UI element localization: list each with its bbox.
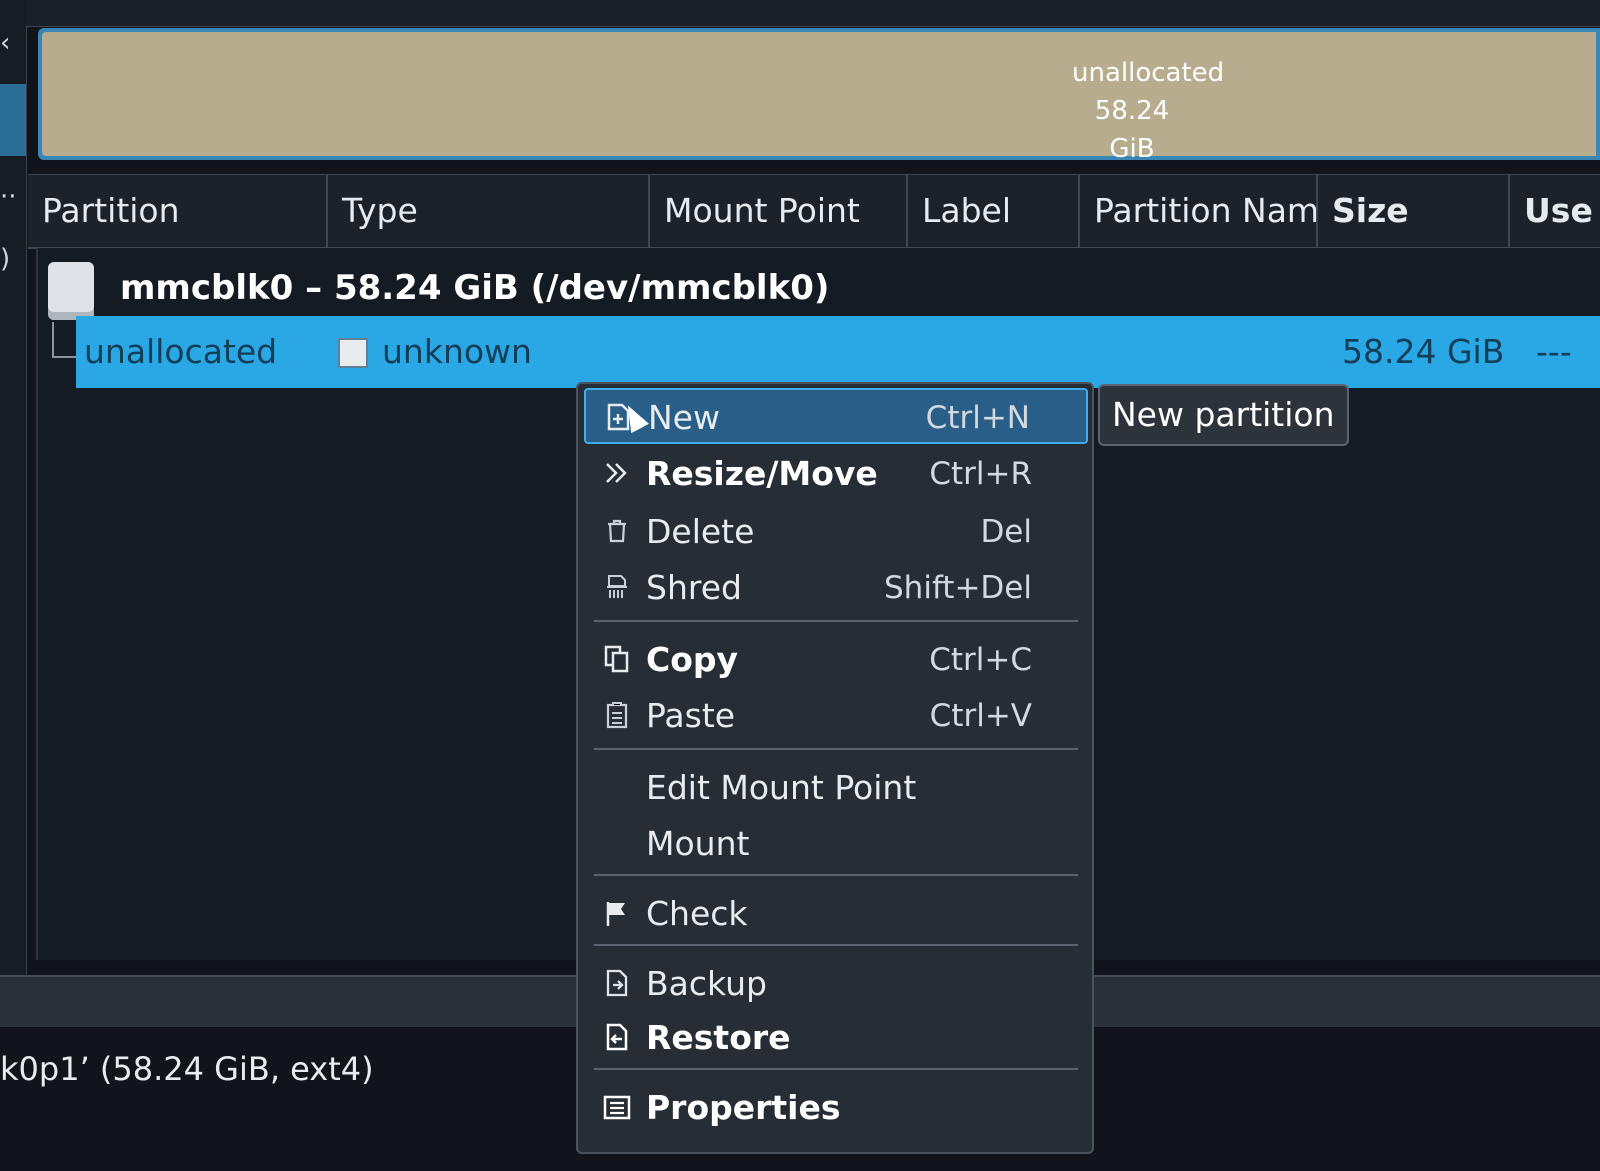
menu-item-mount[interactable]: Mount bbox=[584, 816, 1088, 872]
toolbar-edge bbox=[26, 0, 1600, 27]
column-mount-point[interactable]: Mount Point bbox=[650, 175, 908, 247]
menu-separator bbox=[594, 748, 1078, 750]
left-panel-text-fragment: ·· bbox=[0, 182, 17, 212]
menu-separator bbox=[594, 874, 1078, 876]
partition-row-selected[interactable]: unallocated unknown 58.24 GiB --- bbox=[76, 316, 1600, 388]
segment-label: unallocated 58.24 GiB bbox=[1072, 54, 1225, 168]
column-size[interactable]: Size bbox=[1318, 175, 1510, 247]
drive-icon bbox=[48, 262, 94, 320]
column-label[interactable]: Label bbox=[908, 175, 1080, 247]
menu-item-label: Mount bbox=[646, 824, 750, 863]
filesystem-color-swatch bbox=[338, 338, 368, 368]
menu-item-shortcut: Ctrl+V bbox=[929, 698, 1032, 734]
menu-item-shred[interactable]: Shred Shift+Del bbox=[584, 560, 1088, 616]
menu-item-check[interactable]: Check bbox=[584, 886, 1088, 942]
menu-item-delete[interactable]: Delete Del bbox=[584, 504, 1088, 560]
copy-icon bbox=[602, 644, 632, 674]
paste-icon bbox=[602, 700, 632, 730]
menu-item-label: Copy bbox=[646, 640, 739, 679]
menu-item-shortcut: Del bbox=[980, 514, 1032, 550]
menu-item-properties[interactable]: Properties bbox=[584, 1080, 1088, 1136]
column-type[interactable]: Type bbox=[328, 175, 650, 247]
menu-item-label: Edit Mount Point bbox=[646, 768, 917, 807]
menu-item-label: Delete bbox=[646, 512, 755, 551]
shred-icon bbox=[602, 572, 632, 602]
menu-item-restore[interactable]: Restore bbox=[584, 1010, 1088, 1066]
backup-icon bbox=[602, 968, 632, 998]
trash-icon bbox=[602, 516, 632, 546]
menu-item-label: Shred bbox=[646, 568, 742, 607]
unallocated-segment[interactable]: unallocated 58.24 GiB bbox=[42, 32, 1596, 164]
device-row[interactable]: mmcblk0 – 58.24 GiB (/dev/mmcblk0) bbox=[46, 256, 1446, 320]
menu-item-label: Resize/Move bbox=[646, 454, 878, 493]
menu-item-label: New bbox=[648, 398, 720, 437]
partition-type-cell: unknown bbox=[382, 332, 532, 371]
partition-name-cell: unallocated bbox=[84, 332, 278, 371]
menu-item-label: Restore bbox=[646, 1018, 791, 1057]
partition-context-menu: New Ctrl+N Resize/Move Ctrl+R Delete Del… bbox=[576, 382, 1094, 1154]
menu-item-shortcut: Ctrl+C bbox=[929, 642, 1032, 678]
menu-item-label: Properties bbox=[646, 1088, 841, 1127]
left-panel-text-fragment: ) bbox=[0, 244, 11, 274]
tree-connector bbox=[52, 322, 54, 358]
left-panel-edge bbox=[0, 0, 27, 975]
column-partition[interactable]: Partition bbox=[28, 175, 328, 247]
new-partition-tooltip: New partition bbox=[1098, 384, 1349, 446]
restore-icon bbox=[602, 1022, 632, 1052]
tree-connector bbox=[52, 356, 76, 358]
menu-item-paste[interactable]: Paste Ctrl+V bbox=[584, 688, 1088, 744]
flag-icon bbox=[602, 898, 632, 928]
menu-item-copy[interactable]: Copy Ctrl+C bbox=[584, 632, 1088, 688]
menu-item-label: Paste bbox=[646, 696, 736, 735]
menu-item-new[interactable]: New Ctrl+N bbox=[584, 388, 1088, 444]
partition-used-cell: --- bbox=[1536, 332, 1572, 371]
segment-label-size: 58.24 GiB bbox=[1094, 96, 1170, 164]
menu-item-label: Check bbox=[646, 894, 748, 933]
menu-item-shortcut: Ctrl+R bbox=[929, 456, 1032, 492]
menu-item-label: Backup bbox=[646, 964, 767, 1003]
segment-label-type: unallocated bbox=[1072, 58, 1225, 88]
menu-item-resize-move[interactable]: Resize/Move Ctrl+R bbox=[584, 446, 1088, 502]
left-panel-selection bbox=[0, 84, 26, 156]
menu-separator bbox=[594, 620, 1078, 622]
menu-item-shortcut: Shift+Del bbox=[884, 570, 1032, 606]
menu-separator bbox=[594, 1068, 1078, 1070]
partition-size-cell: 58.24 GiB bbox=[1342, 332, 1505, 371]
properties-icon bbox=[602, 1092, 632, 1122]
column-used[interactable]: Use bbox=[1510, 175, 1600, 247]
disk-usage-bar[interactable]: unallocated 58.24 GiB bbox=[38, 28, 1600, 164]
partition-table-header: Partition Type Mount Point Label Partiti… bbox=[28, 174, 1600, 249]
menu-separator bbox=[594, 944, 1078, 946]
menu-item-shortcut: Ctrl+N bbox=[925, 400, 1030, 436]
device-title: mmcblk0 – 58.24 GiB (/dev/mmcblk0) bbox=[120, 268, 830, 308]
left-panel-chevron-icon[interactable]: ‹ bbox=[0, 28, 10, 58]
menu-item-edit-mount-point[interactable]: Edit Mount Point bbox=[584, 760, 1088, 816]
menu-item-backup[interactable]: Backup bbox=[584, 956, 1088, 1012]
column-partition-name[interactable]: Partition Nam bbox=[1080, 175, 1318, 247]
pending-operation-text: k0p1’ (58.24 GiB, ext4) bbox=[0, 1050, 374, 1088]
resize-icon bbox=[602, 458, 632, 488]
